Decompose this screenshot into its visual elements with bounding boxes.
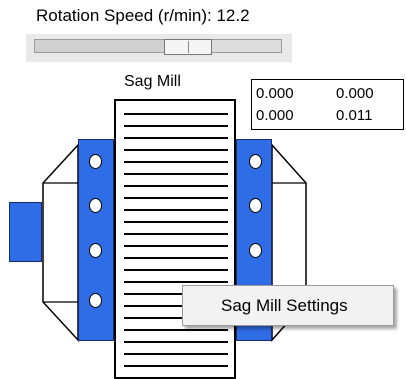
left-end-cap	[42, 143, 79, 342]
bolt-hole	[249, 198, 262, 213]
lifter-bar	[124, 353, 228, 355]
bolt-hole	[249, 154, 262, 169]
bolt-hole	[89, 198, 102, 213]
lifter-bar	[124, 221, 228, 223]
lifter-bar	[124, 245, 228, 247]
left-shell	[78, 139, 114, 341]
lifter-bar	[124, 257, 228, 259]
lifter-bar	[124, 329, 228, 331]
lifter-bar	[124, 125, 228, 127]
lifter-bar	[124, 209, 228, 211]
lifter-bar	[124, 269, 228, 271]
lifter-bar	[124, 233, 228, 235]
bolt-hole	[249, 243, 262, 258]
lifter-bar	[124, 341, 228, 343]
bolt-hole	[89, 154, 102, 169]
lifter-bar	[124, 149, 228, 151]
mill-drum	[114, 99, 236, 379]
lifter-bar	[124, 113, 228, 115]
lifter-bar	[124, 161, 228, 163]
context-menu: Sag Mill Settings	[182, 285, 394, 326]
lifter-bar	[124, 185, 228, 187]
menu-item-sag-mill-settings[interactable]: Sag Mill Settings	[221, 296, 348, 316]
bolt-hole	[89, 293, 102, 308]
lifter-bar	[124, 365, 228, 367]
lifter-bar	[124, 137, 228, 139]
lifter-bar	[124, 173, 228, 175]
lifter-bar	[124, 197, 228, 199]
bolt-hole	[89, 243, 102, 258]
lifter-bar	[124, 281, 228, 283]
